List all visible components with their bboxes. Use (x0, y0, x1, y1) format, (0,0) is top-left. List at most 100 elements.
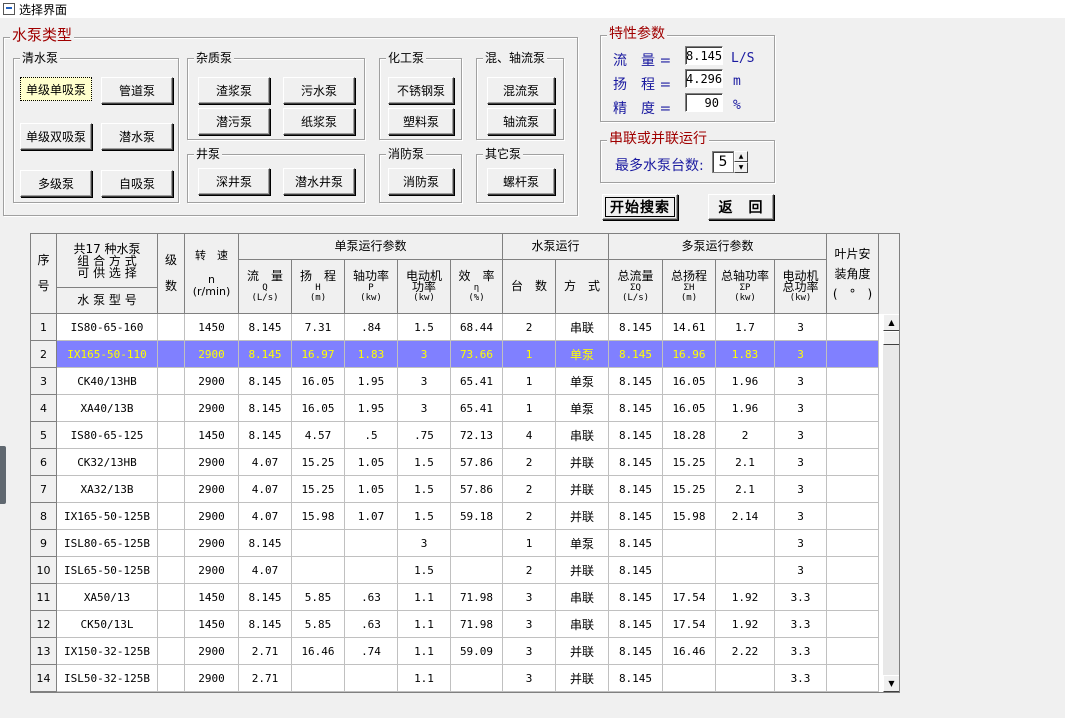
cell-total-shaft[interactable] (716, 665, 775, 692)
cell-count[interactable]: 2 (503, 503, 556, 530)
cell-seq[interactable]: 8 (31, 503, 57, 530)
cell-blade[interactable] (827, 557, 879, 584)
cell-model[interactable]: IX150-32-125B (57, 638, 158, 665)
cell-total-head[interactable]: 16.05 (663, 395, 716, 422)
cell-mode[interactable]: 单泵 (556, 530, 609, 557)
spin-up-icon[interactable]: ▲ (734, 151, 748, 162)
cell-blade[interactable] (827, 368, 879, 395)
cell-flow[interactable]: 8.145 (239, 341, 292, 368)
cell-model[interactable]: XA50/13 (57, 584, 158, 611)
cell-total-motor[interactable]: 3 (775, 314, 827, 341)
cell-total-flow[interactable]: 8.145 (609, 314, 663, 341)
cell-count[interactable]: 3 (503, 611, 556, 638)
cell-shaft[interactable]: 1.83 (345, 341, 398, 368)
cell-total-head[interactable]: 15.25 (663, 449, 716, 476)
cell-speed[interactable]: 1450 (185, 422, 239, 449)
cell-total-motor[interactable]: 3.3 (775, 611, 827, 638)
cell-mode[interactable]: 串联 (556, 314, 609, 341)
cell-total-motor[interactable]: 3 (775, 530, 827, 557)
cell-total-flow[interactable]: 8.145 (609, 449, 663, 476)
cell-seq[interactable]: 6 (31, 449, 57, 476)
cell-mode[interactable]: 单泵 (556, 395, 609, 422)
spin-down-icon[interactable]: ▼ (734, 162, 748, 173)
cell-shaft[interactable]: 1.05 (345, 476, 398, 503)
cell-shaft[interactable]: .63 (345, 584, 398, 611)
cell-stage[interactable] (158, 638, 185, 665)
cell-flow[interactable]: 4.07 (239, 476, 292, 503)
cell-seq[interactable]: 2 (31, 341, 57, 368)
cell-flow[interactable]: 8.145 (239, 395, 292, 422)
cell-total-head[interactable]: 16.96 (663, 341, 716, 368)
table-row[interactable]: 1 IS80-65-160 1450 8.145 7.31.84 1.5 68.44 2 串联 8… (31, 314, 883, 341)
cell-eff[interactable]: 57.86 (451, 476, 503, 503)
cell-motor[interactable]: 1.1 (398, 665, 451, 692)
cell-head[interactable]: 4.57 (292, 422, 345, 449)
cell-flow[interactable]: 8.145 (239, 584, 292, 611)
cell-total-motor[interactable]: 3.3 (775, 638, 827, 665)
table-row[interactable]: 10 ISL65-50-125B 2900 4.07 1.5 2 并联 8.145 3 (31, 557, 883, 584)
cell-shaft[interactable]: 1.95 (345, 368, 398, 395)
cell-motor[interactable]: 3 (398, 395, 451, 422)
cell-total-head[interactable]: 14.61 (663, 314, 716, 341)
cell-shaft[interactable]: .63 (345, 611, 398, 638)
cell-total-flow[interactable]: 8.145 (609, 530, 663, 557)
cell-motor[interactable]: 1.5 (398, 557, 451, 584)
cell-model[interactable]: ISL50-32-125B (57, 665, 158, 692)
cell-stage[interactable] (158, 341, 185, 368)
cell-total-flow[interactable]: 8.145 (609, 638, 663, 665)
table-row[interactable]: 13 IX150-32-125B 2900 2.71 16.46.74 1.1 59.09 3… (31, 638, 883, 665)
table-row[interactable]: 6 CK32/13HB 2900 4.07 15.25 1.05 1.5 57.86 2 并联 8.… (31, 449, 883, 476)
cell-mode[interactable]: 并联 (556, 665, 609, 692)
cell-shaft[interactable] (345, 665, 398, 692)
cell-count[interactable]: 2 (503, 314, 556, 341)
cell-total-flow[interactable]: 8.145 (609, 557, 663, 584)
vertical-scrollbar[interactable]: ▲ ▼ (883, 314, 899, 692)
cell-flow[interactable]: 8.145 (239, 611, 292, 638)
cell-mode[interactable]: 并联 (556, 476, 609, 503)
btn-submersible-well-pump[interactable]: 潜水井泵 (283, 168, 355, 195)
head-input[interactable]: 4.296 (685, 69, 723, 88)
cell-total-flow[interactable]: 8.145 (609, 368, 663, 395)
cell-total-head[interactable]: 15.25 (663, 476, 716, 503)
cell-total-shaft[interactable] (716, 530, 775, 557)
cell-shaft[interactable]: .74 (345, 638, 398, 665)
cell-shaft[interactable]: .5 (345, 422, 398, 449)
cell-blade[interactable] (827, 584, 879, 611)
scroll-thumb[interactable] (883, 331, 899, 345)
btn-pulp-pump[interactable]: 纸浆泵 (283, 108, 355, 135)
cell-motor[interactable]: 3 (398, 530, 451, 557)
cell-count[interactable]: 1 (503, 395, 556, 422)
cell-blade[interactable] (827, 611, 879, 638)
cell-total-motor[interactable]: 3 (775, 503, 827, 530)
cell-total-motor[interactable]: 3.3 (775, 584, 827, 611)
cell-model[interactable]: ISL65-50-125B (57, 557, 158, 584)
cell-speed[interactable]: 2900 (185, 665, 239, 692)
cell-mode[interactable]: 并联 (556, 557, 609, 584)
cell-total-motor[interactable]: 3 (775, 449, 827, 476)
cell-motor[interactable]: 3 (398, 341, 451, 368)
cell-stage[interactable] (158, 503, 185, 530)
cell-count[interactable]: 2 (503, 557, 556, 584)
cell-eff[interactable]: 73.66 (451, 341, 503, 368)
cell-speed[interactable]: 2900 (185, 530, 239, 557)
cell-motor[interactable]: 1.1 (398, 584, 451, 611)
max-pumps-input[interactable]: 5 (712, 151, 734, 173)
cell-total-head[interactable] (663, 557, 716, 584)
table-row[interactable]: 12 CK50/13L 1450 8.145 5.85.63 1.1 71.98 3 串联 8.1… (31, 611, 883, 638)
cell-motor[interactable]: 1.5 (398, 503, 451, 530)
cell-flow[interactable]: 8.145 (239, 530, 292, 557)
cell-model[interactable]: XA32/13B (57, 476, 158, 503)
btn-deep-well-pump[interactable]: 深井泵 (198, 168, 270, 195)
cell-total-head[interactable]: 16.46 (663, 638, 716, 665)
cell-model[interactable]: CK50/13L (57, 611, 158, 638)
cell-mode[interactable]: 单泵 (556, 341, 609, 368)
cell-seq[interactable]: 13 (31, 638, 57, 665)
table-row[interactable]: 5 IS80-65-125 1450 8.145 4.57.5.75 72.13 4 串联 8.… (31, 422, 883, 449)
cell-eff[interactable]: 72.13 (451, 422, 503, 449)
table-row[interactable]: 9 ISL80-65-125B 2900 8.145 3 1 单泵 8.145 3 (31, 530, 883, 557)
cell-model[interactable]: CK40/13HB (57, 368, 158, 395)
cell-eff[interactable]: 59.18 (451, 503, 503, 530)
cell-stage[interactable] (158, 449, 185, 476)
cell-flow[interactable]: 8.145 (239, 314, 292, 341)
cell-model[interactable]: ISL80-65-125B (57, 530, 158, 557)
